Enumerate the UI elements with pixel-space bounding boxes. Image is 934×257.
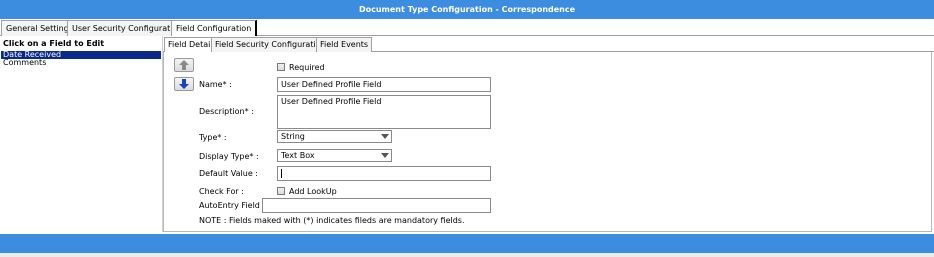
field-detail-panel: Field Detail Field Security Configuratio… — [163, 36, 934, 232]
name-input[interactable]: User Defined Profile Field — [277, 77, 491, 92]
bottom-strip — [0, 253, 934, 257]
tab-field-detail[interactable]: Field Detail — [164, 37, 218, 52]
status-bar — [0, 234, 934, 253]
add-lookup-checkbox[interactable] — [277, 187, 285, 195]
inner-tab-bar: Field Detail Field Security Configuratio… — [163, 36, 934, 52]
add-lookup-label: Add LookUp — [289, 187, 337, 196]
field-list-panel: Click on a Field to Edit Date Received C… — [0, 36, 163, 232]
type-select[interactable]: String — [277, 130, 392, 143]
display-type-select-value: Text Box — [281, 151, 315, 160]
tab-field-security-configuration[interactable]: Field Security Configuration — [211, 37, 330, 52]
display-type-label: Display Type* : — [199, 152, 259, 161]
field-list-header: Click on a Field to Edit — [3, 39, 105, 48]
move-up-button[interactable] — [174, 58, 194, 72]
window-title: Document Type Configuration - Correspond… — [0, 0, 934, 19]
required-label: Required — [289, 63, 325, 72]
tab-user-security-configuration[interactable]: User Security Configuration — [67, 20, 188, 36]
name-label: Name* : — [199, 80, 232, 89]
mandatory-note: NOTE : Fields maked with (*) indicates f… — [199, 216, 465, 225]
field-detail-content: Required Name* : User Defined Profile Fi… — [163, 52, 932, 232]
chevron-down-icon — [380, 132, 390, 141]
description-textarea[interactable]: User Defined Profile Field — [277, 95, 491, 129]
field-list: Date Received Comments — [1, 51, 161, 67]
default-value-label: Default Value : — [199, 169, 258, 178]
check-for-label: Check For : — [199, 187, 244, 196]
description-label: Description* : — [199, 107, 254, 116]
field-list-item-comments[interactable]: Comments — [1, 59, 161, 67]
type-label: Type* : — [199, 133, 227, 142]
tab-field-events[interactable]: Field Events — [316, 37, 373, 52]
type-select-value: String — [281, 132, 305, 141]
display-type-select[interactable]: Text Box — [277, 149, 392, 162]
arrow-up-icon — [179, 60, 189, 70]
chevron-down-icon — [380, 151, 390, 160]
outer-tab-bar: General Settings User Security Configura… — [0, 19, 934, 37]
required-checkbox[interactable] — [277, 63, 285, 71]
text-cursor — [281, 169, 282, 178]
move-down-button[interactable] — [174, 77, 194, 91]
autoentry-input[interactable] — [262, 198, 491, 213]
tab-field-configuration[interactable]: Field Configuration — [171, 20, 258, 37]
arrow-down-icon — [179, 79, 189, 89]
default-value-input[interactable] — [277, 166, 491, 181]
